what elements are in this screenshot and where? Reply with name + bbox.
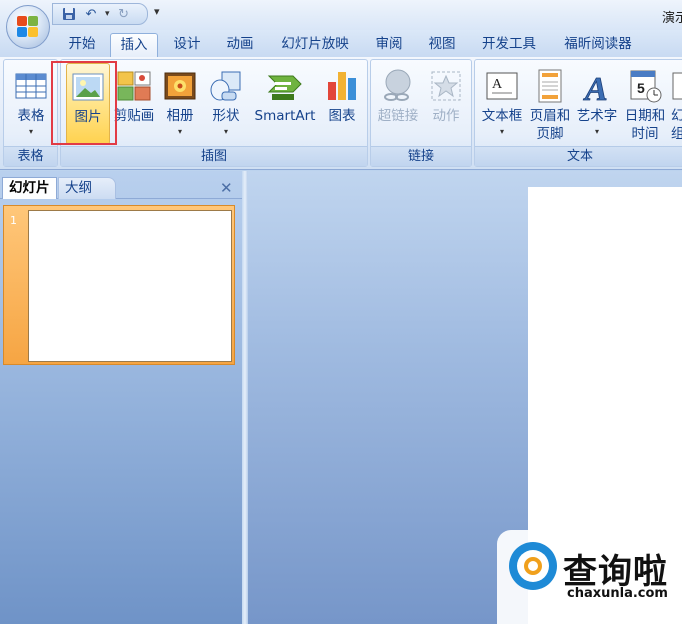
undo-icon[interactable]: ↶ (83, 6, 99, 22)
slide-number-icon (672, 72, 682, 100)
action-label: 动作 (432, 108, 460, 124)
group-text: A 文本框 ▾ 页眉和 页脚 A 艺术字 ▾ 5 日期和 时间 幻 组 文本 (474, 59, 682, 167)
hyperlink-icon (384, 69, 411, 101)
date-time-label-line2: 时间 (631, 126, 659, 142)
qat-customize-icon[interactable]: ▾ (154, 5, 160, 18)
date-time-button[interactable]: 5 日期和 时间 (623, 63, 667, 145)
tab-design[interactable]: 设计 (165, 33, 209, 57)
window-title: 演示 (662, 11, 682, 26)
clipart-icon (117, 71, 151, 101)
watermark: 查询啦 chaxunla.com (497, 530, 682, 624)
pane-tabs: 幻灯片 大纲 ✕ (0, 175, 242, 199)
save-icon[interactable] (61, 6, 77, 22)
slide-thumbnail[interactable] (28, 210, 232, 362)
group-label-links: 链接 (371, 146, 471, 166)
clipart-button[interactable]: 剪贴画 (113, 63, 155, 145)
hyperlink-button[interactable]: 超链接 (375, 63, 421, 145)
slides-pane: 幻灯片 大纲 ✕ 1 (0, 171, 242, 624)
tab-home[interactable]: 开始 (60, 33, 104, 57)
group-links: 超链接 动作 链接 (370, 59, 472, 167)
shapes-icon (210, 71, 241, 101)
svg-text:A: A (492, 77, 503, 92)
group-tables: 表格 ▾ 表格 (3, 59, 58, 167)
quick-access-toolbar: ↶ ▾ ↻ (52, 3, 148, 25)
action-button[interactable]: 动作 (425, 63, 467, 145)
slide-number-button[interactable]: 幻 组 (671, 63, 682, 145)
table-button[interactable]: 表格 ▾ (8, 63, 54, 145)
wordart-button[interactable]: A 艺术字 ▾ (575, 63, 619, 145)
photo-album-button[interactable]: 相册 ▾ (159, 63, 201, 145)
header-footer-icon (538, 69, 562, 103)
tab-insert[interactable]: 插入 (110, 33, 158, 57)
smartart-button[interactable]: SmartArt (255, 63, 315, 145)
annotation-highlight-box (51, 61, 117, 145)
watermark-url: chaxunla.com (567, 586, 668, 601)
date-time-label: 日期和 (624, 108, 666, 124)
tab-view[interactable]: 视图 (420, 33, 464, 57)
tab-review[interactable]: 审阅 (367, 33, 411, 57)
slide-thumbnail-selected[interactable]: 1 (3, 205, 235, 365)
textbox-icon: A (486, 72, 518, 100)
action-icon (431, 71, 461, 101)
tab-outline[interactable]: 大纲 (58, 177, 116, 199)
table-icon (15, 73, 47, 99)
wordart-icon: A (583, 71, 608, 104)
tab-slideshow[interactable]: 幻灯片放映 (272, 33, 358, 57)
close-icon[interactable]: ✕ (220, 179, 233, 197)
chart-icon (328, 72, 356, 100)
svg-text:A: A (583, 71, 608, 104)
tab-slides[interactable]: 幻灯片 (2, 177, 57, 199)
smartart-icon (267, 75, 302, 100)
tab-foxit-reader[interactable]: 福昕阅读器 (553, 33, 643, 57)
office-button[interactable] (6, 5, 50, 49)
chevron-down-icon: ▾ (177, 127, 183, 136)
chart-label: 图表 (328, 108, 356, 124)
header-footer-button[interactable]: 页眉和 页脚 (529, 63, 571, 145)
group-label-tables: 表格 (4, 146, 57, 166)
tab-developer[interactable]: 开发工具 (474, 33, 544, 57)
search-logo-icon (509, 542, 557, 590)
shapes-button[interactable]: 形状 ▾ (205, 63, 247, 145)
chevron-down-icon: ▾ (499, 127, 505, 136)
smartart-label: SmartArt (254, 108, 316, 124)
photo-album-icon (164, 72, 196, 100)
header-footer-label-line2: 页脚 (536, 126, 564, 142)
group-label-text: 文本 (475, 146, 682, 166)
slide-number-label-line2: 组 (671, 126, 682, 142)
svg-text:5: 5 (637, 80, 645, 96)
chevron-down-icon: ▾ (594, 127, 600, 136)
title-bar: ↶ ▾ ↻ ▾ 演示 (0, 0, 682, 30)
chart-button[interactable]: 图表 (321, 63, 363, 145)
slide-number: 1 (10, 214, 17, 227)
textbox-button[interactable]: A 文本框 ▾ (478, 63, 526, 145)
undo-dropdown-icon[interactable]: ▾ (105, 9, 110, 19)
date-time-icon: 5 (630, 70, 662, 103)
chevron-down-icon: ▾ (28, 127, 34, 136)
group-label-illustrations: 插图 (61, 146, 367, 166)
office-logo-icon (17, 16, 39, 38)
ribbon-tabs: 开始 插入 设计 动画 幻灯片放映 审阅 视图 开发工具 福昕阅读器 (0, 30, 682, 57)
shapes-label: 形状 (212, 108, 240, 124)
tab-animations[interactable]: 动画 (218, 33, 262, 57)
slide-number-label: 幻 (671, 108, 682, 124)
chevron-down-icon: ▾ (223, 127, 229, 136)
redo-icon[interactable]: ↻ (116, 6, 132, 22)
